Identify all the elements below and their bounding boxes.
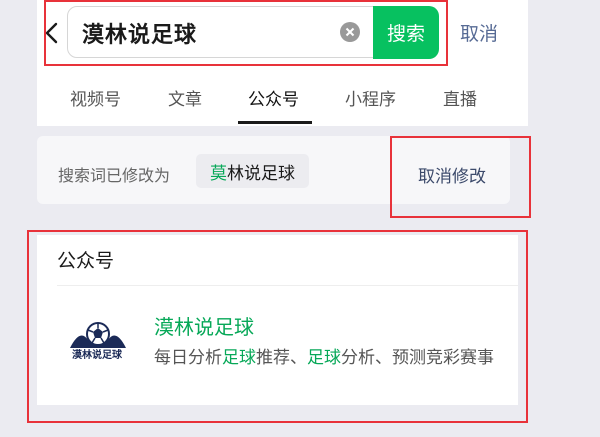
annotation-box-result xyxy=(27,230,528,423)
correction-label: 搜索词已修改为 xyxy=(58,166,171,185)
tab-live[interactable]: 直播 xyxy=(443,85,477,110)
tab-channels[interactable]: 视频号 xyxy=(70,85,121,110)
tab-mini-programs[interactable]: 小程序 xyxy=(345,85,396,110)
annotation-box-search xyxy=(44,0,448,66)
tab-official-accounts[interactable]: 公众号 xyxy=(248,85,299,110)
corrected-char: 莫 xyxy=(210,163,227,184)
active-tab-indicator xyxy=(238,121,312,124)
corrected-rest: 林说足球 xyxy=(227,163,295,184)
corrected-query-chip[interactable]: 莫林说足球 xyxy=(196,154,309,188)
cancel-button[interactable]: 取消 xyxy=(460,19,498,46)
tab-articles[interactable]: 文章 xyxy=(168,85,202,110)
annotation-box-undo xyxy=(390,136,531,218)
